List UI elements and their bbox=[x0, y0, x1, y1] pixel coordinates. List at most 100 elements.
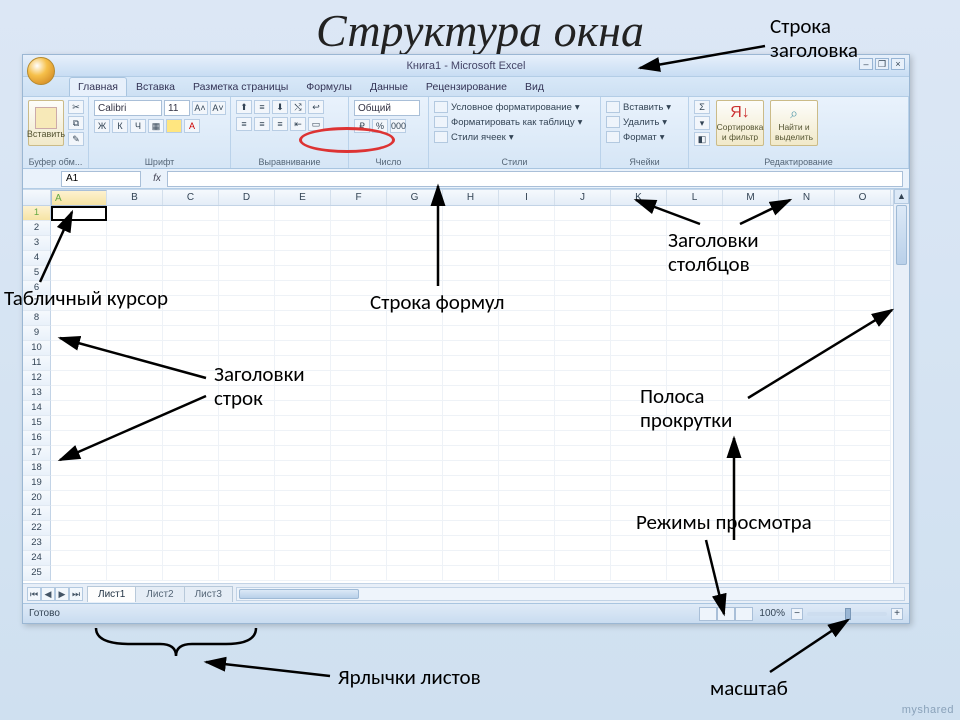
cell[interactable] bbox=[555, 341, 611, 356]
tab-nav-first[interactable]: ⏮ bbox=[27, 587, 41, 601]
cell[interactable] bbox=[51, 371, 107, 386]
cell[interactable] bbox=[275, 326, 331, 341]
sheet-tab-3[interactable]: Лист3 bbox=[184, 586, 233, 602]
row-header[interactable]: 23 bbox=[23, 536, 51, 551]
cell[interactable] bbox=[219, 551, 275, 566]
cell[interactable] bbox=[275, 566, 331, 581]
tab-nav-next[interactable]: ▶ bbox=[55, 587, 69, 601]
fill-icon[interactable]: ▾ bbox=[694, 116, 710, 130]
cell[interactable] bbox=[611, 221, 667, 236]
cell-styles-button[interactable]: Стили ячеек▾ bbox=[434, 130, 514, 144]
cell[interactable] bbox=[835, 566, 891, 581]
cell[interactable] bbox=[331, 416, 387, 431]
cell[interactable] bbox=[163, 416, 219, 431]
tab-formulas[interactable]: Формулы bbox=[297, 77, 361, 96]
row-header[interactable]: 20 bbox=[23, 491, 51, 506]
align-left-icon[interactable]: ≡ bbox=[236, 117, 252, 131]
cell[interactable] bbox=[107, 371, 163, 386]
cell[interactable] bbox=[51, 356, 107, 371]
cell[interactable] bbox=[51, 326, 107, 341]
row-header[interactable]: 15 bbox=[23, 416, 51, 431]
cell[interactable] bbox=[51, 221, 107, 236]
cell[interactable] bbox=[611, 266, 667, 281]
cell[interactable] bbox=[499, 416, 555, 431]
cell[interactable] bbox=[163, 521, 219, 536]
cell[interactable] bbox=[555, 476, 611, 491]
cell[interactable] bbox=[331, 431, 387, 446]
cell[interactable] bbox=[387, 221, 443, 236]
cell[interactable] bbox=[443, 566, 499, 581]
cell[interactable] bbox=[387, 266, 443, 281]
cell[interactable] bbox=[555, 221, 611, 236]
cell[interactable] bbox=[331, 446, 387, 461]
cell[interactable] bbox=[443, 386, 499, 401]
cell[interactable] bbox=[163, 566, 219, 581]
comma-icon[interactable]: 000 bbox=[390, 119, 406, 133]
cell[interactable] bbox=[275, 521, 331, 536]
cell[interactable] bbox=[163, 221, 219, 236]
cell[interactable] bbox=[219, 236, 275, 251]
cell[interactable] bbox=[387, 461, 443, 476]
row-header[interactable]: 14 bbox=[23, 401, 51, 416]
zoom-slider[interactable]: − + bbox=[791, 608, 903, 620]
cell[interactable] bbox=[555, 266, 611, 281]
paste-button[interactable]: Вставить bbox=[28, 100, 64, 146]
cell[interactable] bbox=[555, 326, 611, 341]
col-header[interactable]: G bbox=[387, 190, 443, 205]
cell[interactable] bbox=[107, 311, 163, 326]
cell[interactable] bbox=[443, 536, 499, 551]
cell[interactable] bbox=[219, 491, 275, 506]
cell[interactable] bbox=[219, 251, 275, 266]
hscroll-thumb[interactable] bbox=[239, 589, 359, 599]
cell[interactable] bbox=[723, 491, 779, 506]
col-header[interactable]: K bbox=[611, 190, 667, 205]
cell[interactable] bbox=[107, 536, 163, 551]
cell[interactable] bbox=[667, 311, 723, 326]
number-format-select[interactable]: Общий bbox=[354, 100, 420, 116]
cell[interactable] bbox=[555, 206, 611, 221]
row-header[interactable]: 12 bbox=[23, 371, 51, 386]
cell[interactable] bbox=[555, 551, 611, 566]
cell[interactable] bbox=[219, 566, 275, 581]
cell[interactable] bbox=[443, 341, 499, 356]
cell[interactable] bbox=[499, 551, 555, 566]
cond-format-button[interactable]: Условное форматирование▾ bbox=[434, 100, 580, 114]
col-header[interactable]: N bbox=[779, 190, 835, 205]
cell[interactable] bbox=[443, 521, 499, 536]
cell[interactable] bbox=[51, 401, 107, 416]
cell[interactable] bbox=[667, 206, 723, 221]
cell[interactable] bbox=[51, 461, 107, 476]
cell[interactable] bbox=[51, 416, 107, 431]
cell[interactable] bbox=[331, 401, 387, 416]
cell[interactable] bbox=[107, 266, 163, 281]
cell[interactable] bbox=[107, 446, 163, 461]
tab-nav-last[interactable]: ⏭ bbox=[69, 587, 83, 601]
cell[interactable] bbox=[611, 251, 667, 266]
cell[interactable] bbox=[51, 236, 107, 251]
cell[interactable] bbox=[219, 446, 275, 461]
cell[interactable] bbox=[387, 251, 443, 266]
cell[interactable] bbox=[443, 476, 499, 491]
column-headers[interactable]: A B C D E F G H I J K L M N O bbox=[23, 190, 909, 206]
percent-icon[interactable]: % bbox=[372, 119, 388, 133]
cell[interactable] bbox=[611, 356, 667, 371]
cell[interactable] bbox=[387, 326, 443, 341]
indent-dec-icon[interactable]: ⇤ bbox=[290, 117, 306, 131]
cell[interactable] bbox=[499, 401, 555, 416]
cell[interactable] bbox=[723, 566, 779, 581]
border-icon[interactable]: ▦ bbox=[148, 119, 164, 133]
cell[interactable] bbox=[51, 491, 107, 506]
cell[interactable] bbox=[163, 356, 219, 371]
cell[interactable] bbox=[611, 311, 667, 326]
cell[interactable] bbox=[107, 221, 163, 236]
cell[interactable] bbox=[107, 476, 163, 491]
cell[interactable] bbox=[275, 236, 331, 251]
cell[interactable] bbox=[163, 491, 219, 506]
cell[interactable] bbox=[667, 566, 723, 581]
cell[interactable] bbox=[443, 356, 499, 371]
cell[interactable] bbox=[331, 266, 387, 281]
cell[interactable] bbox=[779, 386, 835, 401]
cell[interactable] bbox=[611, 461, 667, 476]
cell[interactable] bbox=[387, 341, 443, 356]
cell[interactable] bbox=[443, 266, 499, 281]
